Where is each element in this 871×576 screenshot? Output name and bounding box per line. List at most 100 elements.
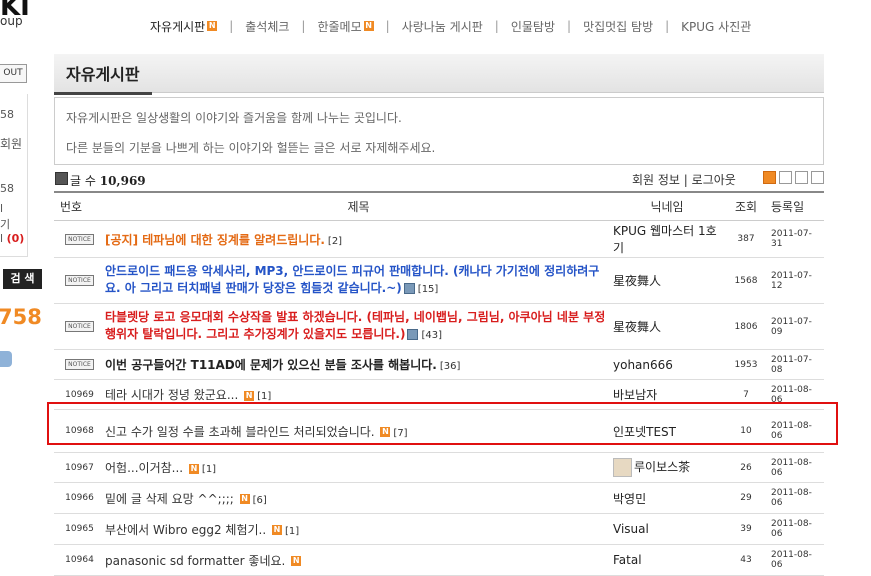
post-title-link[interactable]: 신고 수가 일정 수를 초과해 블라인드 처리되었습니다. [105, 425, 375, 439]
new-badge-icon: N [291, 556, 302, 566]
post-table: 번호 제목 닉네임 조회 등록일 NOTICE [공지] 테파님에 대한 징계를… [54, 191, 824, 576]
message-count[interactable]: (0) [7, 232, 25, 245]
view-count: 7 [722, 379, 770, 410]
post-number: 10967 [54, 452, 105, 483]
author-nick[interactable]: 인포넷TEST [612, 409, 722, 453]
side-text: l [0, 202, 4, 215]
column-header-date[interactable]: 등록일 [770, 191, 824, 221]
attachment-icon [407, 329, 419, 340]
title-cell: 타블렛당 로고 응모대회 수상작을 발표 하겠습니다. (테파님, 네이뱁님, … [105, 303, 612, 350]
nav-label: KPUG 사진관 [681, 19, 752, 34]
column-header-views[interactable]: 조회 [722, 191, 770, 221]
search-button[interactable]: 검 색 [3, 269, 42, 289]
table-row: 10968 신고 수가 일정 수를 초과해 블라인드 처리되었습니다. N [7]… [54, 409, 824, 453]
logout-link[interactable]: 로그아웃 [692, 173, 736, 187]
nav-label: 출석체크 [245, 19, 290, 34]
site-logo[interactable]: KI [0, 0, 30, 20]
board-description: 자유게시판은 일상생활의 이야기와 즐거움을 함께 나누는 곳입니다. 다른 분… [54, 97, 824, 165]
post-title-link[interactable]: 안드로이드 패드용 악세사리, MP3, 안드로이드 피규어 판매합니다. (캐… [105, 264, 599, 295]
new-badge-icon: N [244, 390, 255, 401]
side-text[interactable]: 회원 [0, 135, 22, 152]
title-cell: 이번 공구들어간 T11AD에 문제가 있으신 분들 조사를 해봅니다. [36] [105, 349, 612, 380]
member-info-link[interactable]: 회원 정보 [632, 173, 680, 187]
notice-cell: NOTICE [54, 349, 105, 380]
post-date: 2011-07-31 [770, 220, 824, 258]
new-badge-icon: N [188, 463, 199, 474]
nav-item-restaurants[interactable]: 맛집멋집 탐방 [583, 18, 653, 35]
nav-item-attendance[interactable]: 출석체크 [245, 18, 289, 35]
new-badge-icon: N [207, 21, 218, 31]
author-nick[interactable]: 박영민 [612, 482, 722, 514]
nav-item-memo[interactable]: 한줄메모 N [317, 18, 374, 35]
notice-row: NOTICE 이번 공구들어간 T11AD에 문제가 있으신 분들 조사를 해봅… [54, 349, 824, 380]
nav-item-photos[interactable]: KPUG 사진관 [681, 18, 751, 35]
post-title-link[interactable]: 어험...이거참... [105, 461, 183, 475]
avatar[interactable] [613, 458, 632, 477]
column-header-nick[interactable]: 닉네임 [612, 191, 722, 221]
author-nick[interactable]: 星夜舞人 [612, 303, 722, 350]
post-title-link[interactable]: 타블렛당 로고 응모대회 수상작을 발표 하겠습니다. (테파님, 네이뱁님, … [105, 310, 605, 341]
webzine-view-icon[interactable] [795, 171, 808, 184]
post-title-link[interactable]: 부산에서 Wibro egg2 체험기.. [105, 523, 266, 537]
post-date: 2011-08-06 [770, 513, 824, 545]
nav-divider: | [229, 19, 234, 33]
column-header-title[interactable]: 제목 [105, 191, 612, 221]
post-title-link[interactable]: 이번 공구들어간 T11AD에 문제가 있으신 분들 조사를 해봅니다. [105, 358, 437, 372]
logout-button[interactable]: OUT [0, 64, 27, 83]
author-nick[interactable]: 星夜舞人 [612, 257, 722, 304]
nav-label: 한줄메모 [317, 19, 362, 34]
table-row: 10966 밑에 글 삭제 요망 ^^;;;; N [6] 박영민 29 2011… [54, 482, 824, 514]
messenger-icon[interactable] [0, 351, 12, 367]
author-nick[interactable]: Visual [612, 513, 722, 545]
nav-label: 맛집멋집 탐방 [583, 19, 654, 34]
table-row: 10967 어험...이거참... N [1] 루이보스茶 26 2011-08-… [54, 452, 824, 483]
side-text: 58 [0, 182, 14, 195]
comment-count: [6] [252, 494, 267, 506]
notice-cell: NOTICE [54, 303, 105, 350]
post-title-link[interactable]: [공지] 테파님에 대한 징계를 알려드립니다. [105, 233, 325, 247]
nav-item-people[interactable]: 인물탐방 [511, 18, 555, 35]
post-date: 2011-07-09 [770, 303, 824, 350]
nav-divider: | [494, 19, 499, 33]
comment-count: [1] [257, 391, 272, 402]
rss-icon[interactable] [763, 171, 776, 184]
author-nick[interactable]: KPUG 웹마스터 1호기 [612, 220, 722, 258]
notice-icon: NOTICE [65, 321, 94, 332]
author-nick[interactable]: yohan666 [612, 349, 722, 380]
post-title-link[interactable]: 테라 시대가 정녕 왔군요... [105, 388, 238, 402]
author-nick[interactable]: 루이보스茶 [634, 460, 690, 474]
top-navigation: 자유게시판 N | 출석체크 | 한줄메모 N | 사랑나눔 게시판 | 인물탐방 … [150, 16, 751, 36]
view-count: 26 [722, 452, 770, 483]
title-cell: 밑에 글 삭제 요망 ^^;;;; N [6] [105, 482, 612, 514]
post-title-link[interactable]: panasonic sd formatter 좋네요. [105, 554, 285, 568]
post-number: 10965 [54, 513, 105, 545]
nav-item-free-board[interactable]: 자유게시판 N [150, 18, 218, 35]
notice-cell: NOTICE [54, 220, 105, 258]
page-title: 자유게시판 [54, 62, 152, 95]
post-date: 2011-08-06 [770, 409, 824, 453]
board-title-bar: 자유게시판 [54, 54, 824, 95]
author-nick[interactable]: Fatal [612, 544, 722, 576]
post-number: 10969 [54, 379, 105, 410]
new-badge-icon: N [272, 525, 282, 535]
title-cell: panasonic sd formatter 좋네요. N [105, 544, 612, 576]
post-count-value: 10,969 [99, 174, 146, 188]
post-title-link[interactable]: 밑에 글 삭제 요망 ^^;;;; [105, 492, 234, 506]
author-cell: 루이보스茶 [612, 452, 722, 483]
side-text[interactable]: 기 [0, 216, 10, 232]
view-count: 43 [722, 544, 770, 576]
gallery-view-icon[interactable] [811, 171, 824, 184]
side-text: l (0) [0, 232, 24, 245]
nav-item-sharing-board[interactable]: 사랑나눔 게시판 [402, 18, 483, 35]
author-nick[interactable]: 바보남자 [612, 379, 722, 410]
post-count-label: 글 수 [70, 174, 96, 188]
notice-icon: NOTICE [65, 275, 94, 286]
post-date: 2011-07-08 [770, 349, 824, 380]
view-count: 39 [722, 513, 770, 545]
post-date: 2011-08-06 [770, 544, 824, 576]
nav-divider: | [665, 19, 670, 33]
view-count: 1806 [722, 303, 770, 350]
post-date: 2011-08-06 [770, 482, 824, 514]
list-icon [55, 172, 68, 185]
list-view-icon[interactable] [779, 171, 792, 184]
